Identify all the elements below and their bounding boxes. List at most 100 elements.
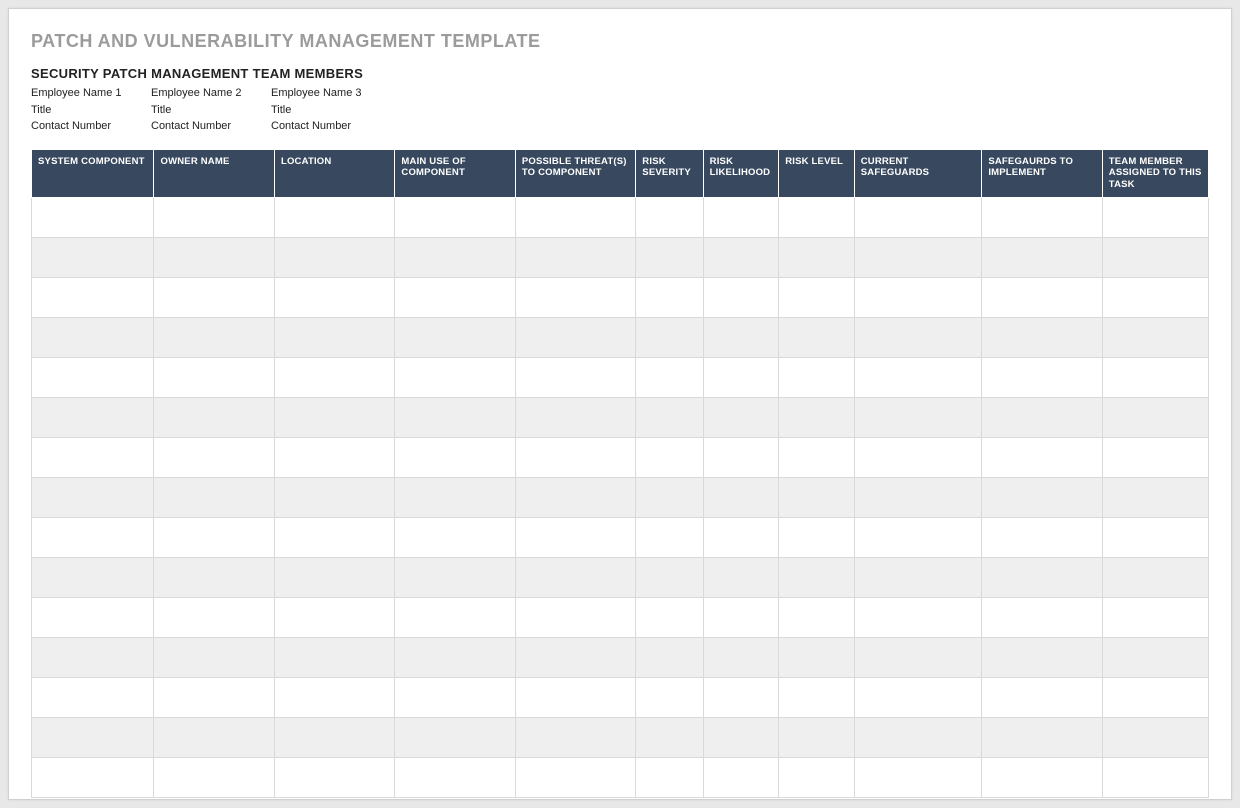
table-cell[interactable] xyxy=(779,558,855,598)
table-cell[interactable] xyxy=(779,358,855,398)
table-cell[interactable] xyxy=(854,198,982,238)
table-cell[interactable] xyxy=(854,598,982,638)
table-cell[interactable] xyxy=(703,718,779,758)
table-cell[interactable] xyxy=(1102,198,1208,238)
table-cell[interactable] xyxy=(982,278,1102,318)
table-cell[interactable] xyxy=(515,438,635,478)
table-cell[interactable] xyxy=(515,718,635,758)
table-cell[interactable] xyxy=(154,638,274,678)
table-cell[interactable] xyxy=(703,598,779,638)
table-cell[interactable] xyxy=(854,238,982,278)
table-cell[interactable] xyxy=(982,598,1102,638)
table-cell[interactable] xyxy=(32,718,154,758)
table-cell[interactable] xyxy=(274,318,394,358)
table-cell[interactable] xyxy=(154,278,274,318)
table-cell[interactable] xyxy=(395,438,515,478)
table-cell[interactable] xyxy=(636,398,703,438)
table-cell[interactable] xyxy=(854,398,982,438)
table-cell[interactable] xyxy=(32,678,154,718)
table-cell[interactable] xyxy=(515,358,635,398)
table-cell[interactable] xyxy=(703,198,779,238)
table-cell[interactable] xyxy=(395,358,515,398)
table-cell[interactable] xyxy=(395,278,515,318)
table-cell[interactable] xyxy=(703,638,779,678)
table-cell[interactable] xyxy=(779,318,855,358)
table-cell[interactable] xyxy=(703,398,779,438)
table-cell[interactable] xyxy=(982,358,1102,398)
table-cell[interactable] xyxy=(982,478,1102,518)
table-cell[interactable] xyxy=(274,398,394,438)
table-cell[interactable] xyxy=(274,718,394,758)
table-cell[interactable] xyxy=(154,558,274,598)
table-cell[interactable] xyxy=(703,478,779,518)
table-cell[interactable] xyxy=(32,318,154,358)
table-cell[interactable] xyxy=(636,638,703,678)
table-cell[interactable] xyxy=(32,238,154,278)
table-cell[interactable] xyxy=(274,438,394,478)
table-cell[interactable] xyxy=(154,238,274,278)
table-cell[interactable] xyxy=(636,438,703,478)
table-cell[interactable] xyxy=(982,238,1102,278)
table-cell[interactable] xyxy=(636,558,703,598)
table-cell[interactable] xyxy=(854,718,982,758)
table-cell[interactable] xyxy=(636,598,703,638)
table-cell[interactable] xyxy=(32,278,154,318)
table-cell[interactable] xyxy=(703,358,779,398)
table-cell[interactable] xyxy=(779,718,855,758)
table-cell[interactable] xyxy=(854,318,982,358)
table-cell[interactable] xyxy=(703,238,779,278)
table-cell[interactable] xyxy=(1102,758,1208,798)
table-cell[interactable] xyxy=(32,478,154,518)
table-cell[interactable] xyxy=(703,278,779,318)
table-cell[interactable] xyxy=(515,198,635,238)
table-cell[interactable] xyxy=(395,718,515,758)
table-cell[interactable] xyxy=(636,478,703,518)
table-cell[interactable] xyxy=(779,278,855,318)
table-cell[interactable] xyxy=(515,398,635,438)
table-cell[interactable] xyxy=(395,318,515,358)
table-cell[interactable] xyxy=(703,438,779,478)
table-cell[interactable] xyxy=(854,358,982,398)
table-cell[interactable] xyxy=(274,518,394,558)
table-cell[interactable] xyxy=(636,718,703,758)
table-cell[interactable] xyxy=(1102,238,1208,278)
table-cell[interactable] xyxy=(779,398,855,438)
table-cell[interactable] xyxy=(154,198,274,238)
table-cell[interactable] xyxy=(154,518,274,558)
table-cell[interactable] xyxy=(274,198,394,238)
table-cell[interactable] xyxy=(1102,438,1208,478)
table-cell[interactable] xyxy=(274,478,394,518)
table-cell[interactable] xyxy=(854,758,982,798)
table-cell[interactable] xyxy=(1102,478,1208,518)
table-cell[interactable] xyxy=(515,678,635,718)
table-cell[interactable] xyxy=(982,318,1102,358)
table-cell[interactable] xyxy=(982,558,1102,598)
table-cell[interactable] xyxy=(154,438,274,478)
table-cell[interactable] xyxy=(703,518,779,558)
table-cell[interactable] xyxy=(854,638,982,678)
table-cell[interactable] xyxy=(982,398,1102,438)
table-cell[interactable] xyxy=(32,398,154,438)
table-cell[interactable] xyxy=(154,718,274,758)
table-cell[interactable] xyxy=(854,438,982,478)
table-cell[interactable] xyxy=(32,638,154,678)
table-cell[interactable] xyxy=(1102,718,1208,758)
table-cell[interactable] xyxy=(854,678,982,718)
table-cell[interactable] xyxy=(515,318,635,358)
table-cell[interactable] xyxy=(274,558,394,598)
table-cell[interactable] xyxy=(154,758,274,798)
table-cell[interactable] xyxy=(274,678,394,718)
table-cell[interactable] xyxy=(1102,678,1208,718)
table-cell[interactable] xyxy=(779,198,855,238)
table-cell[interactable] xyxy=(636,758,703,798)
table-cell[interactable] xyxy=(636,318,703,358)
table-cell[interactable] xyxy=(1102,398,1208,438)
table-cell[interactable] xyxy=(854,518,982,558)
table-cell[interactable] xyxy=(703,558,779,598)
table-cell[interactable] xyxy=(395,238,515,278)
table-cell[interactable] xyxy=(703,678,779,718)
table-cell[interactable] xyxy=(1102,638,1208,678)
table-cell[interactable] xyxy=(274,758,394,798)
table-cell[interactable] xyxy=(154,478,274,518)
table-cell[interactable] xyxy=(982,638,1102,678)
